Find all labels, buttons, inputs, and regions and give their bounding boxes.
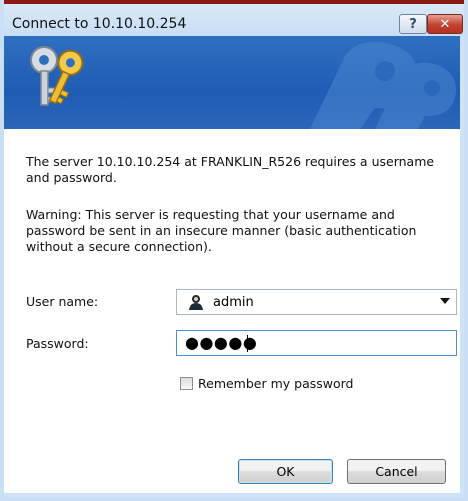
password-label: Password:: [26, 336, 89, 351]
title-bar-accent: [4, 0, 464, 4]
ok-button-label: OK: [276, 464, 295, 479]
remember-password-checkbox[interactable]: [180, 377, 193, 390]
ok-button[interactable]: OK: [238, 459, 333, 484]
username-label: User name:: [26, 294, 99, 309]
dialog-content: The server 10.10.10.254 at FRANKLIN_R526…: [4, 129, 460, 493]
cancel-button-label: Cancel: [375, 464, 418, 479]
remember-password-label[interactable]: Remember my password: [198, 376, 354, 391]
window-title: Connect to 10.10.10.254: [12, 16, 187, 32]
help-button[interactable]: ?: [399, 14, 427, 34]
title-bar[interactable]: Connect to 10.10.10.254 ? ✕: [4, 0, 464, 36]
username-value: admin: [213, 295, 254, 310]
keys-icon: [30, 46, 84, 106]
server-info-text: The server 10.10.10.254 at FRANKLIN_R526…: [26, 154, 435, 185]
keys-watermark-icon: [310, 41, 456, 129]
text-caret: [247, 335, 248, 352]
close-icon: ✕: [439, 16, 451, 32]
username-combobox[interactable]: admin: [176, 289, 457, 315]
banner: [4, 36, 460, 129]
password-field[interactable]: ●●●●●: [176, 330, 457, 356]
cancel-button[interactable]: Cancel: [347, 459, 446, 484]
chevron-down-icon[interactable]: [440, 298, 450, 304]
close-button[interactable]: ✕: [427, 14, 463, 34]
help-icon: ?: [409, 16, 417, 32]
user-icon: [189, 295, 203, 310]
security-warning-text: Warning: This server is requesting that …: [26, 207, 417, 254]
remember-password-option[interactable]: Remember my password: [180, 376, 354, 391]
